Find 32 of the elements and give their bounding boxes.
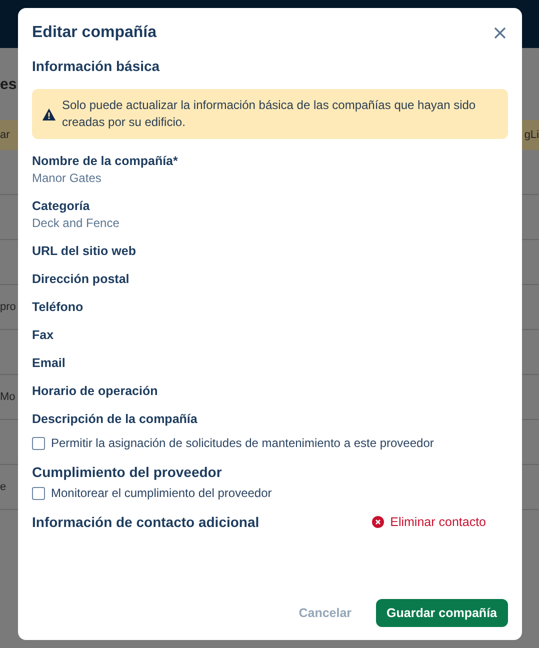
- banner-text: gLi: [524, 129, 539, 141]
- field-label: Categoría: [32, 198, 91, 214]
- warning-icon: [42, 108, 56, 120]
- remove-icon: [372, 516, 384, 528]
- checkbox[interactable]: [32, 486, 45, 500]
- alert-text: Solo puede actualizar la información básica de las compañías que hayan sido creadas por su edificio.: [62, 97, 477, 131]
- table-cell: pro: [0, 301, 16, 313]
- field-value: Deck and Fence: [32, 216, 120, 231]
- field-label: Dirección postal: [32, 271, 130, 287]
- field-label: Descripción de la compañía: [32, 411, 198, 427]
- field-label: URL del sitio web: [32, 243, 137, 259]
- remove-contact-button[interactable]: Eliminar contacto: [372, 515, 486, 529]
- field-label: Nombre de la compañía*: [32, 153, 179, 169]
- section-title: Cumplimiento del proveedor: [32, 464, 223, 480]
- table-cell: Mo: [0, 391, 16, 403]
- checkbox[interactable]: [32, 436, 45, 450]
- checkbox-label: Monitorear el cumplimiento del proveedor: [51, 486, 272, 500]
- section-title: Información básica: [32, 58, 161, 74]
- section-title: Información de contacto adicional: [32, 514, 260, 530]
- field-value: Manor Gates: [32, 171, 102, 186]
- table-cell: e: [0, 481, 6, 493]
- field-label: Horario de operación: [32, 383, 159, 399]
- close-icon: [492, 25, 508, 41]
- banner-text: ar: [0, 129, 10, 141]
- field-label: Teléfono: [32, 299, 84, 315]
- dialog-title: Editar compañía: [32, 24, 156, 42]
- field-label: Fax: [32, 327, 55, 343]
- page-heading: es: [0, 76, 17, 92]
- field-label: Email: [32, 355, 66, 371]
- close-button[interactable]: [492, 25, 508, 41]
- save-company-button[interactable]: Guardar compañía: [376, 599, 508, 627]
- checkbox-label: Permitir la asignación de solicitudes de mantenimiento a este proveedor: [51, 436, 434, 450]
